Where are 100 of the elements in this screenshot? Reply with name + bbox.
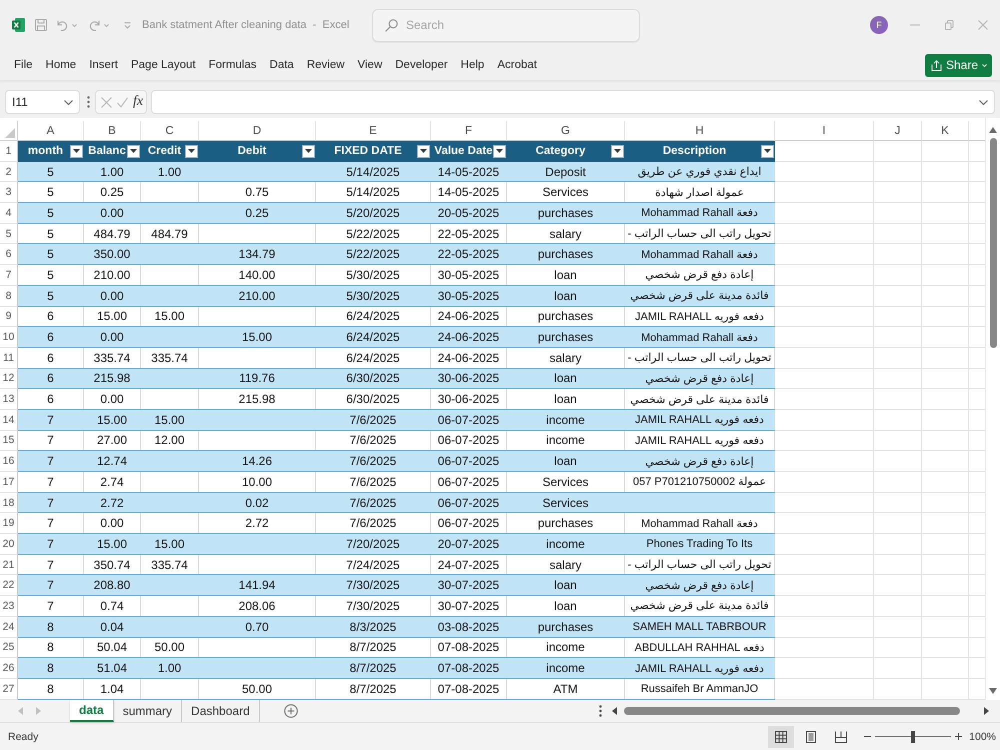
table-cell: 10.00 xyxy=(199,472,316,492)
header-label: Description xyxy=(662,145,726,158)
scrollbar-thumb[interactable] xyxy=(990,138,996,348)
table-cell-text: 0.25 xyxy=(244,204,270,222)
plus-circle-icon[interactable] xyxy=(284,704,298,718)
table-cell: 12.00 xyxy=(141,430,199,450)
table-cell-text: 7/6/2025 xyxy=(348,494,398,512)
filter-button[interactable] xyxy=(184,144,198,158)
account-avatar[interactable]: F xyxy=(870,16,888,34)
table-cell: salary xyxy=(507,554,625,574)
check-icon[interactable] xyxy=(117,96,128,108)
ribbon-tab[interactable]: View xyxy=(358,59,382,71)
name-box[interactable]: I11 xyxy=(5,90,80,114)
caret-icon xyxy=(982,64,987,66)
table-cell-text: 8/3/2025 xyxy=(348,618,398,636)
normal-view-button[interactable] xyxy=(768,726,794,748)
ribbon-tab[interactable]: Developer xyxy=(395,59,448,71)
plus-icon[interactable] xyxy=(955,733,962,740)
table-cell-text: 06-07-2025 xyxy=(436,412,500,429)
table-cell: 07-08-2025 xyxy=(431,678,507,699)
filter-button[interactable] xyxy=(610,144,624,158)
filter-button[interactable] xyxy=(127,144,140,158)
table-cell: 7/24/2025 xyxy=(316,554,431,574)
table-cell: 0.25 xyxy=(84,182,141,202)
triangle-down-icon[interactable] xyxy=(989,688,997,694)
table-cell-text: 7/6/2025 xyxy=(348,412,398,429)
filter-button[interactable] xyxy=(302,144,315,158)
table-cell-text: 15.00 xyxy=(96,412,128,429)
table-cell-text: 7/30/2025 xyxy=(345,577,401,594)
table-cell-text: 7 xyxy=(46,453,55,470)
table-cell: JAMIL RAHALL دفعه فوريه xyxy=(625,306,775,326)
table-cell: 50.04 xyxy=(84,638,141,658)
table-cell-text: 15.00 xyxy=(96,536,128,553)
caret-icon xyxy=(496,149,503,154)
table-cell: ATM xyxy=(507,678,625,699)
filter-button[interactable] xyxy=(416,144,430,158)
formula-input[interactable] xyxy=(151,90,995,114)
filter-button[interactable] xyxy=(492,144,506,158)
table-cell: فائدة مدينة على قرض شخصي xyxy=(625,596,775,616)
triangle-up-icon[interactable] xyxy=(989,127,997,133)
table-cell-text: 07-08-2025 xyxy=(436,660,500,678)
scrollbar-thumb[interactable] xyxy=(624,707,960,715)
ribbon-tab[interactable]: Home xyxy=(46,59,76,71)
table-cell-text: loan xyxy=(553,288,578,305)
table-cell: 7/6/2025 xyxy=(316,513,431,534)
ribbon-tab[interactable]: Help xyxy=(460,59,484,71)
chevron-down-icon[interactable] xyxy=(979,100,988,105)
table-cell-text: 7 xyxy=(46,412,55,429)
ribbon-tab[interactable]: Formulas xyxy=(208,59,257,71)
table-cell-text: income xyxy=(545,536,586,553)
ribbon-tab[interactable]: Page Layout xyxy=(130,59,196,71)
header-label: FIXED DATE xyxy=(334,145,402,158)
ribbon-tab[interactable]: Acrobat xyxy=(497,59,537,71)
table-cell-text: purchases xyxy=(536,204,594,222)
minus-icon[interactable] xyxy=(864,733,872,740)
header-label: month xyxy=(28,145,64,158)
table-cell: Russaifeh Br AmmanJO xyxy=(625,678,775,699)
vertical-dots-icon[interactable] xyxy=(87,96,90,108)
spreadsheet-logo-icon[interactable] xyxy=(12,17,25,33)
table-cell: 057 P701210750002 عمولة xyxy=(625,472,775,492)
filter-button[interactable] xyxy=(760,144,774,158)
table-cell-text: 03-08-2025 xyxy=(436,618,500,636)
slider-thumb[interactable] xyxy=(911,730,916,742)
filter-button[interactable] xyxy=(70,144,83,158)
chevron-down-icon[interactable] xyxy=(64,100,73,105)
table-cell-text: 22-05-2025 xyxy=(436,246,500,264)
table-cell-text: purchases xyxy=(536,329,594,346)
table-cell: 7/6/2025 xyxy=(316,430,431,450)
zoom-level[interactable]: 100% xyxy=(969,730,996,742)
ribbon-tab[interactable]: File xyxy=(14,59,33,71)
ribbon-tab[interactable]: Data xyxy=(270,59,294,71)
status-text: Ready xyxy=(8,730,38,742)
table-cell-text: إعادة دفع قرض شخصي xyxy=(644,372,755,387)
search-field[interactable]: Search xyxy=(372,8,640,42)
table-cell-text: 2.72 xyxy=(99,494,125,512)
table-cell: salary xyxy=(507,348,625,368)
table-cell-text: 7 xyxy=(46,536,55,553)
ribbon-tab[interactable]: Insert xyxy=(89,59,118,71)
table-cell-text: 06-07-2025 xyxy=(436,494,500,512)
table-cell: Mohammad Rahall دفعة xyxy=(625,513,775,534)
table-cell-text: SAMEH MALL TABRBOUR xyxy=(632,620,768,635)
table-cell: 8/7/2025 xyxy=(316,678,431,699)
share-button[interactable]: Share xyxy=(924,54,992,76)
table-cell-text: 30-05-2025 xyxy=(436,288,500,305)
table-cell-text: loan xyxy=(553,370,578,388)
table-cell: income xyxy=(507,638,625,658)
table-cell: 0.75 xyxy=(199,182,316,202)
insert-function-button[interactable]: fx xyxy=(133,94,144,110)
table-cell: 215.98 xyxy=(199,389,316,409)
caret-icon xyxy=(104,24,109,26)
table-cell-text: 5/30/2025 xyxy=(345,288,401,305)
table-cell-text: purchases xyxy=(536,618,594,636)
caret-icon xyxy=(130,149,137,154)
ribbon-tab[interactable]: Review xyxy=(306,59,345,71)
triangle-right-icon[interactable] xyxy=(984,707,989,715)
table-cell: income xyxy=(507,430,625,450)
triangle-left-icon[interactable] xyxy=(612,707,617,715)
vertical-dots-icon[interactable] xyxy=(599,705,602,717)
sheet-tab[interactable]: data xyxy=(70,700,114,722)
table-cell: 7 xyxy=(18,554,84,574)
